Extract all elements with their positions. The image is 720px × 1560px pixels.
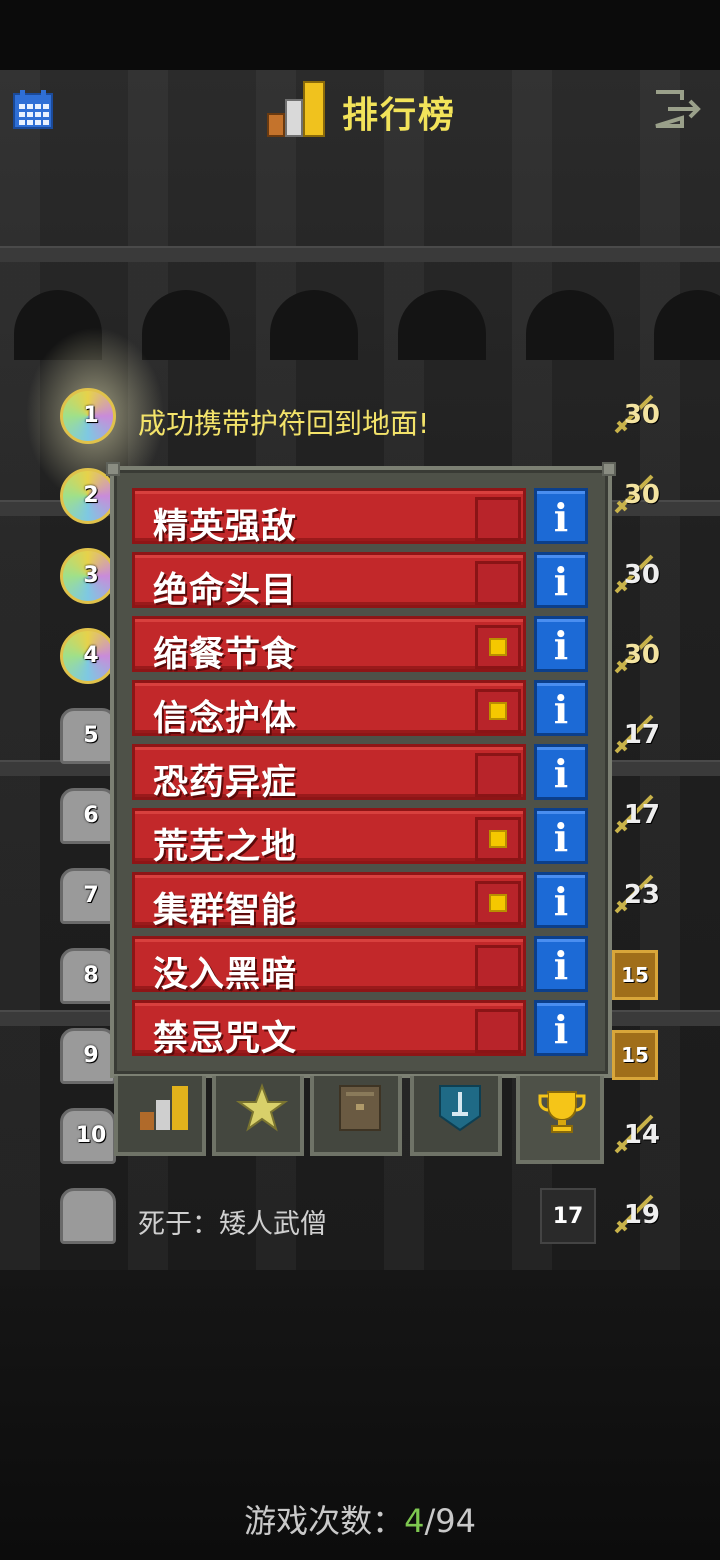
challenge-row[interactable]: 集群智能 i bbox=[132, 872, 604, 931]
challenge-label: 缩餐节食 bbox=[153, 635, 298, 675]
row-score: 30 bbox=[623, 400, 660, 430]
games-count: 游戏次数：4/94 bbox=[0, 1496, 720, 1542]
death-cause: 死于：矮人武僧 bbox=[138, 1209, 327, 1240]
tab-hero[interactable] bbox=[410, 1076, 502, 1156]
challenge-toggle-button[interactable]: 禁忌咒文 bbox=[132, 1000, 526, 1059]
rankings-icon bbox=[267, 81, 325, 137]
challenge-toggle-button[interactable]: 精英强敌 bbox=[132, 488, 526, 547]
rankings-icon bbox=[140, 1086, 188, 1130]
challenge-info-button[interactable]: i bbox=[534, 680, 588, 736]
rank-medal-icon: 3 bbox=[60, 548, 116, 604]
checked-indicator-icon bbox=[489, 702, 507, 720]
challenge-checkbox[interactable] bbox=[475, 497, 521, 541]
tab-challenges[interactable] bbox=[516, 1076, 604, 1164]
depth-icon: 17 bbox=[540, 1188, 596, 1244]
tab-rankings[interactable] bbox=[114, 1076, 206, 1156]
badges-icon bbox=[235, 1083, 289, 1132]
challenge-toggle-button[interactable]: 荒芜之地 bbox=[132, 808, 526, 867]
challenge-row[interactable]: 缩餐节食 i bbox=[132, 616, 604, 675]
rank-medal-icon: 2 bbox=[60, 468, 116, 524]
row-score: 19 bbox=[623, 1200, 660, 1230]
challenge-label: 荒芜之地 bbox=[153, 827, 298, 867]
challenge-checkbox[interactable] bbox=[475, 881, 521, 925]
challenge-label: 禁忌咒文 bbox=[153, 1019, 298, 1059]
challenge-checkbox[interactable] bbox=[475, 945, 521, 989]
trophy-icon bbox=[538, 1091, 586, 1133]
rank-medal-icon: 4 bbox=[60, 628, 116, 684]
hero-icon bbox=[439, 1085, 481, 1132]
challenge-label: 恐药异症 bbox=[153, 763, 298, 803]
gravestone-icon: 7 bbox=[60, 868, 116, 924]
challenge-row[interactable]: 绝命头目 i bbox=[132, 552, 604, 611]
games-count-total: 94 bbox=[435, 1502, 476, 1540]
challenge-checkbox[interactable] bbox=[475, 1009, 521, 1053]
exit-icon[interactable] bbox=[652, 88, 706, 130]
checked-indicator-icon bbox=[489, 638, 507, 656]
page-title: 排行榜 bbox=[342, 95, 457, 136]
challenge-info-button[interactable]: i bbox=[534, 744, 588, 800]
tab-journal[interactable] bbox=[310, 1076, 402, 1156]
challenge-info-button[interactable]: i bbox=[534, 808, 588, 864]
chest-icon: 15 bbox=[612, 1030, 658, 1080]
gravestone-icon: 8 bbox=[60, 948, 116, 1004]
challenge-toggle-button[interactable]: 缩餐节食 bbox=[132, 616, 526, 675]
challenge-toggle-button[interactable]: 没入黑暗 bbox=[132, 936, 526, 995]
gravestone-icon: 5 bbox=[60, 708, 116, 764]
challenge-label: 信念护体 bbox=[153, 699, 298, 739]
challenge-row[interactable]: 荒芜之地 i bbox=[132, 808, 604, 867]
challenge-info-button[interactable]: i bbox=[534, 552, 588, 608]
leaderboard-row-1[interactable]: 1 成功携带护符回到地面! 30 bbox=[0, 386, 720, 446]
challenge-toggle-button[interactable]: 信念护体 bbox=[132, 680, 526, 739]
games-count-current: 4 bbox=[404, 1502, 425, 1540]
gravestone-icon: 10 bbox=[60, 1108, 116, 1164]
challenge-label: 绝命头目 bbox=[153, 571, 298, 611]
challenge-info-button[interactable]: i bbox=[534, 936, 588, 992]
challenge-checkbox[interactable] bbox=[475, 753, 521, 797]
row-description: 成功携带护符回到地面! bbox=[138, 407, 430, 440]
row-score: 14 bbox=[623, 1120, 660, 1150]
challenge-label: 精英强敌 bbox=[153, 507, 298, 547]
journal-icon bbox=[339, 1085, 381, 1131]
rank-medal-icon: 1 bbox=[60, 388, 116, 444]
challenge-checkbox[interactable] bbox=[475, 817, 521, 861]
challenge-info-button[interactable]: i bbox=[534, 616, 588, 672]
challenge-checkbox[interactable] bbox=[475, 689, 521, 733]
challenge-label: 没入黑暗 bbox=[153, 955, 298, 995]
challenge-info-button[interactable]: i bbox=[534, 488, 588, 544]
challenge-row[interactable]: 没入黑暗 i bbox=[132, 936, 604, 995]
checked-indicator-icon bbox=[489, 894, 507, 912]
challenge-row[interactable]: 信念护体 i bbox=[132, 680, 604, 739]
gravestone-icon: 6 bbox=[60, 788, 116, 844]
challenge-row[interactable]: 恐药异症 i bbox=[132, 744, 604, 803]
current-run-row[interactable]: 死于：矮人武僧 17 19 bbox=[0, 1186, 720, 1246]
gravestone-icon bbox=[60, 1188, 116, 1244]
calendar-icon[interactable] bbox=[12, 88, 54, 130]
games-count-label: 游戏次数： bbox=[244, 1502, 405, 1540]
challenge-info-button[interactable]: i bbox=[534, 872, 588, 928]
challenge-row[interactable]: 精英强敌 i bbox=[132, 488, 604, 547]
challenge-checkbox[interactable] bbox=[475, 561, 521, 605]
gravestone-icon: 9 bbox=[60, 1028, 116, 1084]
challenges-dialog: 精英强敌 i 绝命头目 i 缩餐节食 i 信念护体 i 恐药异症 i 荒芜之地 … bbox=[106, 462, 616, 1078]
tab-badges[interactable] bbox=[212, 1076, 304, 1156]
challenge-toggle-button[interactable]: 恐药异症 bbox=[132, 744, 526, 803]
challenge-toggle-button[interactable]: 集群智能 bbox=[132, 872, 526, 931]
challenge-row[interactable]: 禁忌咒文 i bbox=[132, 1000, 604, 1059]
challenge-toggle-button[interactable]: 绝命头目 bbox=[132, 552, 526, 611]
games-count-separator: / bbox=[424, 1502, 436, 1540]
checked-indicator-icon bbox=[489, 830, 507, 848]
challenge-info-button[interactable]: i bbox=[534, 1000, 588, 1056]
challenge-checkbox[interactable] bbox=[475, 625, 521, 669]
chest-icon: 15 bbox=[612, 950, 658, 1000]
challenge-label: 集群智能 bbox=[153, 891, 298, 931]
